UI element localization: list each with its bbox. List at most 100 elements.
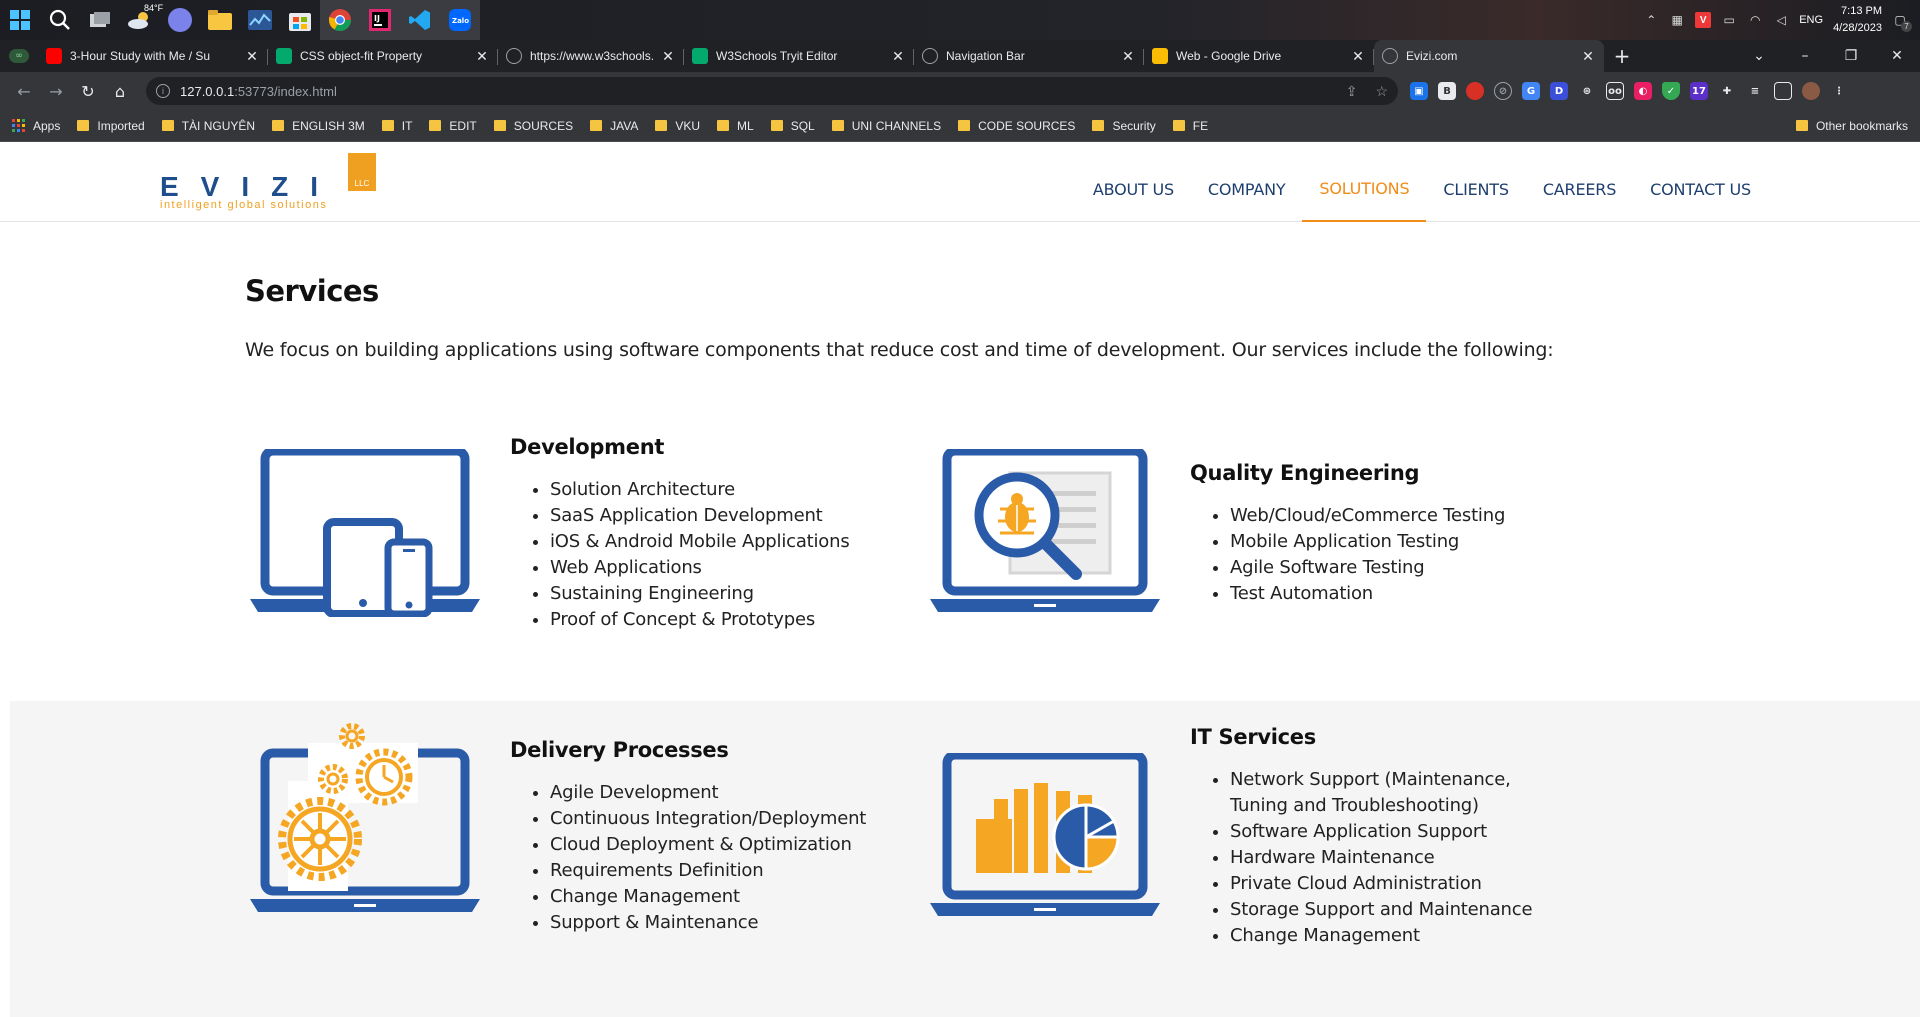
- minimize-button[interactable]: –: [1782, 48, 1828, 64]
- close-tab-icon[interactable]: ✕: [1350, 48, 1366, 65]
- browser-tab[interactable]: Evizi.com ✕: [1374, 40, 1604, 72]
- nav-link-solutions[interactable]: SOLUTIONS: [1302, 156, 1427, 222]
- tab-group-chip[interactable]: ∞: [0, 40, 38, 72]
- weather-icon[interactable]: 84°F: [120, 0, 163, 40]
- intellij-icon[interactable]: IJ: [360, 0, 400, 40]
- bookmark-folder[interactable]: EDIT: [429, 119, 477, 133]
- windows-start-icon[interactable]: [0, 0, 40, 40]
- home-button[interactable]: ⌂: [104, 75, 136, 107]
- extension-1-icon[interactable]: ▣: [1410, 82, 1428, 100]
- service-list-item: Mobile Application Testing: [1230, 529, 1505, 555]
- tray-app-icon[interactable]: ▦: [1669, 12, 1685, 28]
- bookmark-folder[interactable]: JAVA: [590, 119, 638, 133]
- reload-button[interactable]: ↻: [72, 75, 104, 107]
- nav-link-careers[interactable]: CAREERS: [1526, 156, 1633, 222]
- broadcast-icon: [922, 48, 938, 64]
- close-tab-icon[interactable]: ✕: [1580, 48, 1596, 65]
- zalo-icon[interactable]: Zalo: [440, 0, 480, 40]
- bookmark-star-icon[interactable]: ☆: [1375, 83, 1388, 100]
- w3schools-icon: [692, 48, 708, 64]
- browser-tab[interactable]: 3-Hour Study with Me / Su ✕: [38, 40, 268, 72]
- bookmark-folder[interactable]: ENGLISH 3M: [272, 119, 365, 133]
- teams-chat-icon[interactable]: [160, 0, 200, 40]
- service-list: Agile DevelopmentContinuous Integration/…: [510, 780, 866, 936]
- clock-date: 4/28/2023: [1833, 22, 1882, 34]
- tab-title: W3Schools Tryit Editor: [716, 49, 838, 63]
- google-translate-icon[interactable]: G: [1522, 82, 1540, 100]
- extension-4-icon[interactable]: ⊘: [1494, 82, 1512, 100]
- logo-llc-badge: LLC: [348, 153, 376, 191]
- close-tab-icon[interactable]: ✕: [660, 48, 676, 65]
- extension-3-icon[interactable]: [1466, 82, 1484, 100]
- browser-tab[interactable]: https://www.w3schools.com/ph ✕: [498, 40, 684, 72]
- share-icon[interactable]: ⇪: [1346, 83, 1358, 100]
- evizi-logo[interactable]: EVIZI intelligent global solutions LLC: [150, 151, 385, 215]
- nav-link-company[interactable]: COMPANY: [1191, 156, 1302, 222]
- extension-9-icon[interactable]: ◐: [1634, 82, 1652, 100]
- bookmark-folder[interactable]: SOURCES: [493, 119, 573, 133]
- chevron-up-icon[interactable]: ⌃: [1643, 12, 1659, 28]
- bookmark-folder[interactable]: FE: [1172, 119, 1208, 133]
- address-bar[interactable]: i 127.0.0.1:53773/index.html ⇪ ☆: [146, 77, 1398, 105]
- vivaldi-tray-icon[interactable]: V: [1695, 12, 1712, 28]
- close-window-button[interactable]: ✕: [1874, 48, 1920, 64]
- extension-6-icon[interactable]: D: [1550, 82, 1568, 100]
- nav-link-clients[interactable]: CLIENTS: [1426, 156, 1525, 222]
- nav-link-about-us[interactable]: ABOUT US: [1076, 156, 1191, 222]
- bookmark-folder[interactable]: Imported: [77, 119, 145, 133]
- profile-avatar[interactable]: [1802, 82, 1820, 100]
- bookmark-folder[interactable]: SQL: [770, 119, 815, 133]
- vscode-icon[interactable]: [400, 0, 440, 40]
- extension-7-icon[interactable]: ⊛: [1578, 82, 1596, 100]
- file-explorer-icon[interactable]: [200, 0, 240, 40]
- performance-monitor-icon[interactable]: [240, 0, 280, 40]
- browser-tab[interactable]: Navigation Bar ✕: [914, 40, 1144, 72]
- task-view-icon[interactable]: [80, 0, 120, 40]
- nav-link-contact-us[interactable]: CONTACT US: [1633, 156, 1768, 222]
- bookmark-folder[interactable]: UNI CHANNELS: [831, 119, 941, 133]
- globe-icon: [506, 48, 522, 64]
- side-panel-icon[interactable]: [1774, 82, 1792, 100]
- volume-icon[interactable]: ◁: [1773, 12, 1789, 28]
- bookmark-apps[interactable]: Apps: [12, 119, 60, 133]
- tab-search-icon[interactable]: ⌄: [1736, 48, 1782, 64]
- close-tab-icon[interactable]: ✕: [474, 48, 490, 65]
- reading-list-icon[interactable]: ≡: [1746, 82, 1764, 100]
- service-list-item: Cloud Deployment & Optimization: [550, 832, 866, 858]
- extension-2-icon[interactable]: B: [1438, 82, 1456, 100]
- wifi-icon[interactable]: ◠: [1747, 12, 1763, 28]
- forward-button[interactable]: →: [40, 75, 72, 107]
- search-icon[interactable]: [40, 0, 80, 40]
- close-tab-icon[interactable]: ✕: [244, 48, 260, 65]
- youtube-icon: [46, 48, 62, 64]
- restore-button[interactable]: ❐: [1828, 48, 1874, 64]
- microsoft-store-icon[interactable]: [280, 0, 320, 40]
- bookmark-folder[interactable]: VKU: [655, 119, 700, 133]
- new-tab-button[interactable]: +: [1604, 40, 1640, 72]
- browser-tab[interactable]: Web - Google Drive ✕: [1144, 40, 1374, 72]
- bookmark-folder[interactable]: ML: [717, 119, 754, 133]
- notification-icon[interactable]: ▢ 7: [1892, 12, 1912, 32]
- system-clock[interactable]: 7:13 PM 4/28/2023: [1833, 3, 1882, 37]
- back-button[interactable]: ←: [8, 75, 40, 107]
- battery-icon[interactable]: ▭: [1721, 12, 1737, 28]
- browser-tab[interactable]: CSS object-fit Property ✕: [268, 40, 498, 72]
- extension-10-icon[interactable]: ✓: [1662, 82, 1680, 100]
- chrome-icon[interactable]: [320, 0, 360, 40]
- browser-tab[interactable]: W3Schools Tryit Editor ✕: [684, 40, 914, 72]
- language-indicator[interactable]: ENG: [1799, 14, 1823, 26]
- extensions-puzzle-icon[interactable]: ✚: [1718, 82, 1736, 100]
- bookmark-other[interactable]: Other bookmarks: [1795, 119, 1908, 133]
- close-tab-icon[interactable]: ✕: [1120, 48, 1136, 65]
- bookmark-folder[interactable]: CODE SOURCES: [958, 119, 1075, 133]
- close-tab-icon[interactable]: ✕: [890, 48, 906, 65]
- bookmark-folder[interactable]: TÀI NGUYÊN: [161, 119, 255, 133]
- bookmark-folder[interactable]: Security: [1092, 119, 1156, 133]
- site-info-icon[interactable]: i: [156, 84, 170, 98]
- folder-icon: [590, 120, 603, 131]
- menu-kebab-icon[interactable]: ⋮: [1830, 82, 1848, 100]
- extension-11-icon[interactable]: 17: [1690, 82, 1708, 100]
- tab-title: https://www.w3schools.com/ph: [530, 49, 654, 63]
- extension-8-icon[interactable]: oo: [1606, 82, 1624, 100]
- bookmark-folder[interactable]: IT: [381, 119, 412, 133]
